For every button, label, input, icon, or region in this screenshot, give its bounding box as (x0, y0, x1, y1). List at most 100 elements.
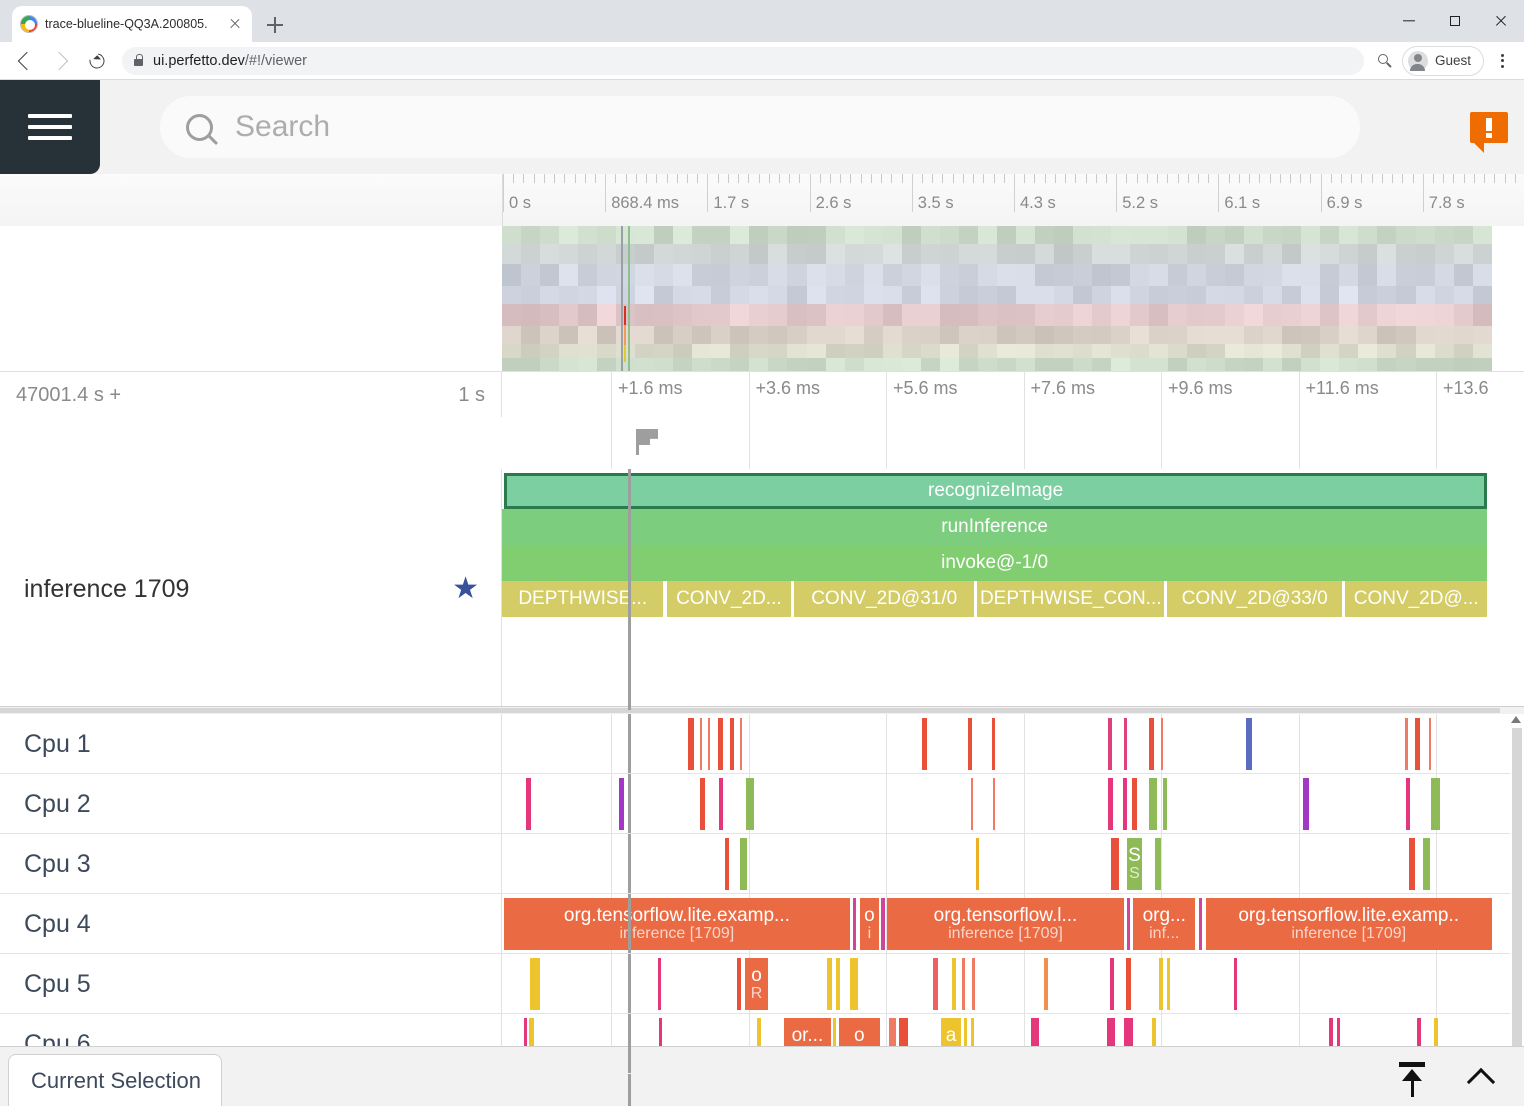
cpu-slice[interactable] (526, 778, 531, 830)
cpu-slice[interactable] (1415, 718, 1420, 770)
cpu-slice[interactable] (737, 958, 742, 1010)
flag-marker-icon[interactable] (636, 429, 660, 455)
cpu-slice[interactable] (1108, 778, 1113, 830)
cpu-track-row[interactable]: Cpu 1 (0, 714, 1524, 774)
cpu-track-body[interactable] (502, 774, 1510, 833)
cpu-slice[interactable] (1110, 958, 1114, 1010)
cpu-track-body[interactable]: oR (502, 954, 1510, 1013)
timeline-ruler-body[interactable]: +1.6 ms+3.6 ms+5.6 ms+7.6 ms+9.6 ms+11.6… (502, 372, 1524, 417)
cpu-slice[interactable] (718, 718, 723, 770)
cpu-slice[interactable] (1126, 958, 1132, 1010)
move-to-top-icon[interactable] (1392, 1058, 1432, 1098)
cpu-slice[interactable]: SS (1127, 838, 1142, 890)
overview-minimap-canvas[interactable] (502, 226, 1492, 371)
minimize-window-icon[interactable] (1386, 0, 1432, 42)
cpu-slice[interactable] (1406, 778, 1410, 830)
horizontal-scrollbar-thumb[interactable] (0, 708, 1500, 713)
cpu-track-body[interactable]: SS (502, 834, 1510, 893)
cpu-slice[interactable] (1423, 838, 1430, 890)
cpu-slice[interactable] (1149, 778, 1157, 830)
cpu-slice[interactable] (1161, 718, 1163, 770)
cpu-track-shell[interactable]: Cpu 2 (0, 774, 502, 834)
search-input[interactable] (235, 110, 1334, 144)
cpu-slice[interactable] (853, 898, 857, 950)
timeline-cursor-line[interactable] (628, 894, 631, 953)
cpu-slice[interactable] (719, 778, 724, 830)
cpu-slice[interactable] (1163, 778, 1167, 830)
cpu-slice[interactable] (850, 958, 858, 1010)
cpu-slice[interactable] (1149, 718, 1154, 770)
cpu-slice[interactable] (962, 958, 966, 1010)
chrome-menu-icon[interactable] (1490, 46, 1514, 76)
new-tab-icon[interactable] (262, 12, 288, 38)
back-button[interactable] (10, 46, 40, 76)
close-window-icon[interactable] (1478, 0, 1524, 42)
overview-ruler-body[interactable]: 0 s868.4 ms1.7 s2.6 s3.5 s4.3 s5.2 s6.1 … (502, 174, 1524, 226)
cpu-slice[interactable] (740, 838, 747, 890)
browser-tab[interactable]: trace-blueline-QQ3A.200805. (12, 6, 252, 42)
cpu-slice[interactable] (700, 718, 703, 770)
cpu-track-shell[interactable]: Cpu 3 (0, 834, 502, 894)
cpu-track-body[interactable]: org.tensorflow.lite.examp...inference [1… (502, 894, 1510, 953)
zoom-indicator-icon[interactable] (1374, 50, 1396, 72)
horizontal-scrollbar[interactable] (0, 706, 1524, 714)
timeline-slice[interactable]: DEPTHWISE... (502, 581, 663, 617)
sidebar-toggle-button[interactable] (0, 80, 100, 174)
timeline-ruler[interactable]: 47001.4 s + 1 s +1.6 ms+3.6 ms+5.6 ms+7.… (0, 371, 1524, 417)
timeline-slice[interactable]: recognizeImage (504, 473, 1487, 509)
cpu-slice[interactable] (700, 778, 705, 830)
cpu-slice[interactable] (1199, 898, 1203, 950)
cpu-slice[interactable] (688, 718, 693, 770)
timeline-cursor-line[interactable] (628, 834, 631, 893)
process-track[interactable]: inference 1709 ★ recognizeImagerunInfere… (0, 469, 1524, 710)
cpu-slice[interactable] (952, 958, 956, 1010)
cpu-slice[interactable]: org...inf... (1133, 898, 1195, 950)
timeline-cursor-line[interactable] (628, 714, 631, 773)
cpu-slice[interactable]: org.tensorflow.lite.examp..inference [17… (1206, 898, 1492, 950)
cpu-slice[interactable]: oR (745, 958, 768, 1010)
cpu-slice[interactable] (1108, 718, 1112, 770)
cpu-track-body[interactable] (502, 714, 1510, 773)
address-bar[interactable]: ui.perfetto.dev/#!/viewer (122, 47, 1364, 75)
cpu-slice[interactable] (1409, 838, 1415, 890)
cpu-slice[interactable] (1303, 778, 1309, 830)
timeline-marker-body[interactable] (502, 417, 1524, 469)
timeline-cursor-line[interactable] (628, 469, 631, 710)
cpu-slice[interactable] (658, 958, 661, 1010)
cpu-slice[interactable] (992, 718, 996, 770)
cpu-slice[interactable] (1234, 958, 1238, 1010)
cpu-slice[interactable] (1132, 778, 1137, 830)
overview-minimap-cursor[interactable] (628, 226, 630, 371)
cpu-slice[interactable] (1155, 838, 1161, 890)
cpu-slice[interactable]: org.tensorflow.l...inference [1709] (887, 898, 1124, 950)
timeline-slice[interactable]: DEPTHWISE_CON... (977, 581, 1164, 617)
cpu-track-row[interactable]: Cpu 5 oR (0, 954, 1524, 1014)
cpu-slice[interactable] (968, 718, 972, 770)
timeline-slice[interactable]: invoke@-1/0 (502, 545, 1487, 581)
vertical-scrollbar-thumb[interactable] (1512, 728, 1522, 1058)
cpu-track-shell[interactable]: Cpu 5 (0, 954, 502, 1014)
cpu-track-row[interactable]: Cpu 3 SS (0, 834, 1524, 894)
timeline-slice[interactable]: CONV_2D@33/0 (1167, 581, 1342, 617)
overview-minimap-cursor[interactable] (624, 306, 626, 326)
overview-minimap[interactable] (0, 226, 1524, 371)
cpu-track-shell[interactable]: Cpu 1 (0, 714, 502, 774)
cpu-slice[interactable] (1111, 838, 1119, 890)
overview-minimap-cursor[interactable] (624, 325, 626, 345)
cpu-slice[interactable] (746, 778, 755, 830)
cpu-slice[interactable] (976, 838, 979, 890)
cpu-slice[interactable] (730, 718, 735, 770)
cpu-slice[interactable] (1246, 718, 1252, 770)
cpu-slice[interactable] (836, 958, 841, 1010)
timeline-slice[interactable]: runInference (502, 509, 1487, 545)
cpu-slice[interactable] (1044, 958, 1048, 1010)
search-bar[interactable] (160, 96, 1360, 158)
cpu-slice[interactable] (740, 718, 742, 770)
timeline-cursor-line[interactable] (628, 774, 631, 833)
overview-minimap-cursor[interactable] (621, 226, 623, 371)
process-track-shell[interactable]: inference 1709 ★ (0, 469, 502, 710)
cpu-slice[interactable] (1123, 778, 1127, 830)
cpu-slice[interactable] (619, 778, 624, 830)
timeline-cursor-line[interactable] (628, 1014, 631, 1073)
cpu-slice[interactable] (530, 958, 540, 1010)
